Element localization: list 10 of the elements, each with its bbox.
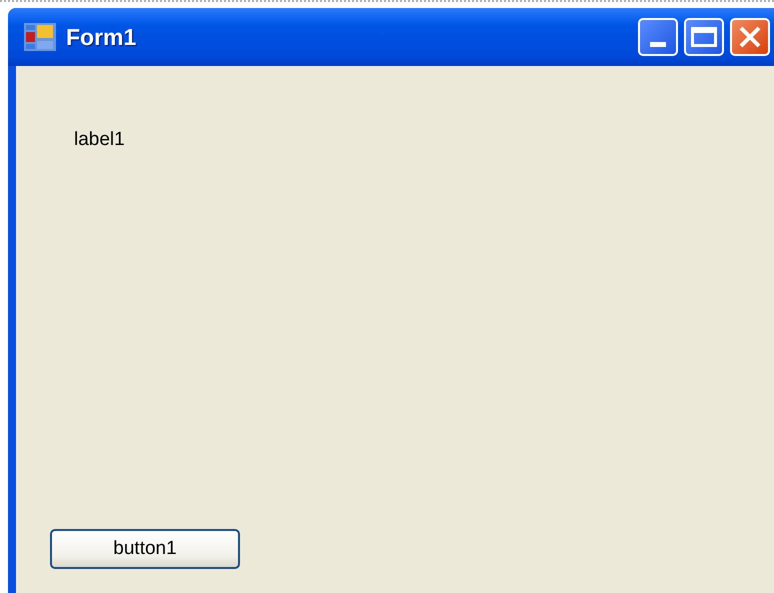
window-title: Form1 [66,22,136,52]
app-icon [24,23,56,51]
maximize-icon [691,27,717,47]
close-button[interactable] [730,18,770,56]
close-icon [738,25,762,49]
minimize-icon [650,42,666,46]
maximize-button[interactable] [684,18,724,56]
label-text: label1 [74,128,125,152]
minimize-button[interactable] [638,18,678,56]
form-button[interactable]: button1 [50,529,240,569]
